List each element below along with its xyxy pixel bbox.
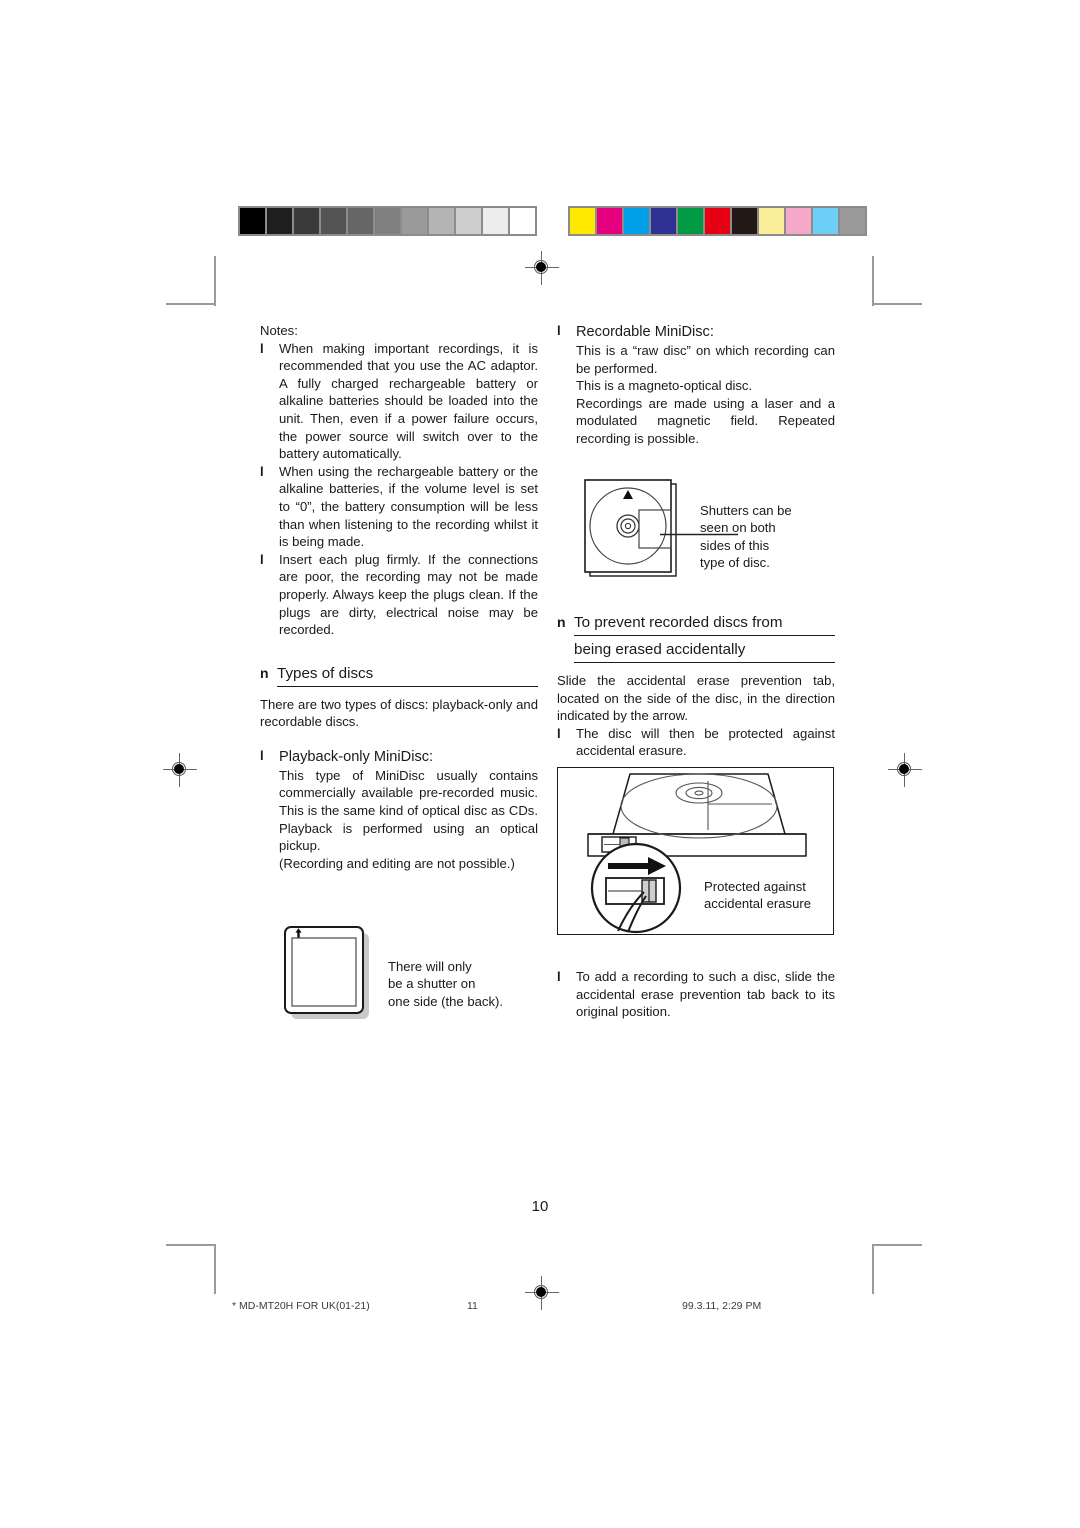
section-intro: There are two types of discs: playback-o…	[260, 696, 538, 730]
print-footer: * MD-MT20H FOR UK(01-21) 11 99.3.11, 2:2…	[232, 1300, 852, 1312]
square-bullet-icon: l	[557, 323, 561, 338]
playback-only-body: This type of MiniDisc usually contains c…	[279, 767, 538, 854]
erase-section-intro: Slide the accidental erase prevention ta…	[557, 673, 835, 724]
figure-caption-shutters: Shutters can be seen on both sides of th…	[700, 502, 792, 571]
section-heading-prevent-erase: n To prevent recorded discs from being e…	[557, 612, 835, 663]
filled-square-bullet-icon: n	[260, 664, 269, 681]
footer-filename: * MD-MT20H FOR UK(01-21)	[232, 1300, 370, 1312]
note-item: l Insert each plug firmly. If the connec…	[260, 551, 538, 639]
recordable-body-1: This is a “raw disc” on which recording …	[576, 343, 835, 376]
section-title: Types of discs	[277, 663, 538, 687]
right-column-erase-section: n To prevent recorded discs from being e…	[557, 612, 835, 760]
square-bullet-icon: l	[260, 551, 264, 567]
protected-note-text: The disc will then be protected against …	[576, 725, 835, 759]
left-column: Notes: l When making important recording…	[260, 322, 538, 872]
figure-playback-only-disc	[283, 925, 375, 1025]
square-bullet-icon: l	[260, 463, 264, 479]
note-item: l When making important recordings, it i…	[260, 340, 538, 463]
footer-timestamp: 99.3.11, 2:29 PM	[682, 1300, 762, 1312]
section-heading-types-of-discs: n Types of discs	[260, 663, 538, 687]
section-title-line-2: being erased accidentally	[574, 639, 835, 663]
page-content: Notes: l When making important recording…	[0, 0, 1080, 1528]
recordable-heading-row: l Recordable MiniDisc:	[557, 322, 835, 342]
section-title-line-1: To prevent recorded discs from	[574, 612, 835, 636]
note-text: When making important recordings, it is …	[279, 340, 538, 462]
recordable-body-2: This is a magneto-optical disc.	[576, 378, 753, 394]
square-bullet-icon: l	[557, 725, 561, 741]
page-number: 10	[531, 1198, 549, 1215]
playback-only-heading-row: l Playback-only MiniDisc:	[260, 747, 538, 767]
minidisc-single-shutter-illustration	[284, 926, 369, 1019]
playback-only-heading: Playback-only MiniDisc:	[279, 748, 434, 765]
notes-label: Notes:	[260, 323, 298, 338]
add-recording-note-text: To add a recording to such a disc, slide…	[576, 969, 835, 1020]
note-text: Insert each plug firmly. If the connecti…	[279, 551, 538, 638]
minidisc-double-shutter-illustration	[584, 479, 677, 577]
figure-caption-protected: Protected against accidental erasure	[704, 878, 811, 912]
square-bullet-icon: l	[260, 340, 264, 356]
footer-sheet-number: 11	[467, 1300, 478, 1312]
figure-box-erase-prevention: Protected against accidental erasure	[557, 767, 834, 935]
square-bullet-icon: l	[557, 969, 561, 984]
figure-recordable-disc	[583, 478, 683, 582]
right-column-final-note: l To add a recording to such a disc, sli…	[557, 968, 835, 1021]
note-text: When using the rechargeable battery or t…	[279, 463, 538, 550]
protected-note-item: l The disc will then be protected agains…	[557, 725, 835, 760]
add-recording-note-item: l To add a recording to such a disc, sli…	[557, 968, 835, 1021]
note-item: l When using the rechargeable battery or…	[260, 463, 538, 551]
right-column: l Recordable MiniDisc: This is a “raw di…	[557, 322, 835, 448]
recordable-heading: Recordable MiniDisc:	[576, 324, 714, 340]
recordable-body-3: Recordings are made using a laser and a …	[576, 395, 835, 446]
filled-square-bullet-icon: n	[557, 614, 566, 630]
playback-only-note: (Recording and editing are not possible.…	[279, 855, 515, 871]
square-bullet-icon: l	[260, 747, 264, 763]
figure-caption-playback-only: There will only be a shutter on one side…	[388, 958, 503, 1009]
